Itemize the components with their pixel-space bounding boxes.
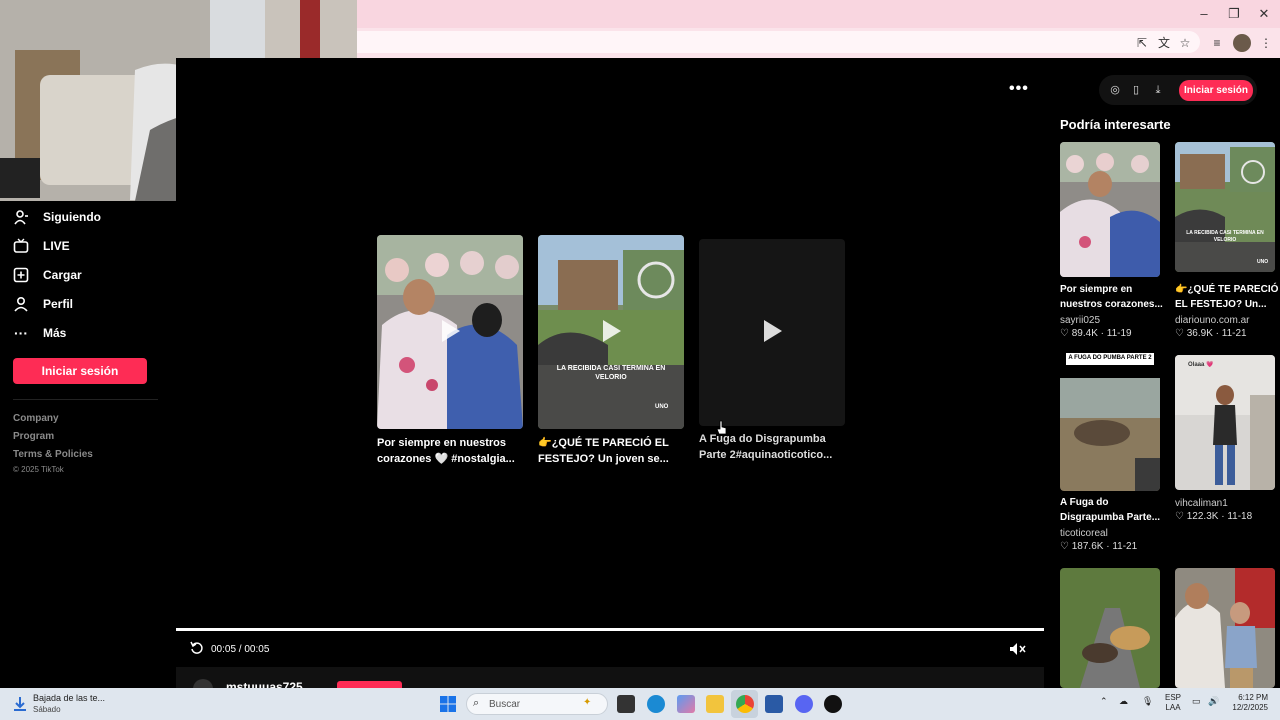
chrome-icon[interactable]: [736, 695, 754, 713]
sidebar-item-label: Cargar: [43, 268, 82, 282]
recommended-thumbnail[interactable]: [1060, 353, 1160, 491]
translate-icon[interactable]: 文: [1155, 34, 1173, 52]
recommended-author[interactable]: sayrii025: [1060, 315, 1100, 326]
file-explorer-icon[interactable]: [706, 695, 724, 713]
install-app-icon[interactable]: ⇱: [1133, 34, 1151, 52]
mobile-icon[interactable]: ▯: [1129, 83, 1143, 97]
related-video-caption: 👉¿QUÉ TE PARECIÓ EL FESTEJO? Un joven se…: [538, 437, 669, 465]
footer-link-company[interactable]: Company: [13, 413, 59, 424]
recommended-thumb-text: Olaaa 💗: [1188, 362, 1214, 368]
sidebar-item-live[interactable]: LIVE: [13, 234, 70, 258]
onedrive-icon[interactable]: ☁: [1119, 696, 1128, 707]
header-login-button[interactable]: Iniciar sesión: [1179, 80, 1253, 101]
windows-taskbar: [0, 688, 1280, 720]
profile-icon: [13, 296, 29, 312]
replay-icon[interactable]: [190, 641, 204, 660]
recommended-thumbnail[interactable]: [1175, 142, 1275, 272]
store-icon[interactable]: [765, 695, 783, 713]
browser-menu-icon[interactable]: ⋮: [1257, 34, 1275, 52]
discord-icon[interactable]: [795, 695, 813, 713]
language-indicator[interactable]: ESP LAA: [1165, 693, 1181, 713]
sidebar-item-mas[interactable]: ··· Más: [13, 321, 66, 345]
profile-avatar-icon[interactable]: [1233, 34, 1251, 52]
heart-icon: ♡: [1175, 511, 1184, 522]
address-bar[interactable]: [340, 31, 1200, 53]
mute-icon[interactable]: [1009, 642, 1027, 661]
download-notification-icon[interactable]: [13, 696, 27, 712]
notification-subtitle: Sábado: [33, 705, 61, 714]
sidebar-item-label: Más: [43, 326, 67, 340]
recommended-stats: ♡ 122.3K · 11-18: [1175, 511, 1253, 522]
copyright-text: © 2025 TikTok: [13, 465, 64, 474]
recommended-author[interactable]: diariouno.com.ar: [1175, 315, 1249, 326]
recommended-thumbnail[interactable]: [1060, 142, 1160, 277]
video-time: 00:05 / 00:05: [211, 644, 270, 655]
recommended-author[interactable]: ticoticoreal: [1060, 528, 1108, 539]
recommended-stats: ♡ 89.4K · 11-19: [1060, 328, 1132, 339]
notification-title[interactable]: Bajada de las te...: [33, 693, 105, 703]
recommended-stats: ♡ 36.9K · 11-21: [1175, 328, 1247, 339]
minimize-button[interactable]: –: [1190, 4, 1218, 24]
windows-start-icon[interactable]: [440, 696, 456, 717]
clock[interactable]: 6:12 PM 12/2/2025: [1230, 693, 1268, 713]
recommended-watermark: UNO: [1257, 259, 1269, 265]
recommended-caption: A Fuga do Disgrapumba Parte...: [1060, 497, 1161, 523]
sidebar-item-perfil[interactable]: Perfil: [13, 292, 73, 316]
recommended-caption: 👉¿QUÉ TE PARECIÓ EL FESTEJO? Un...: [1175, 284, 1279, 310]
compass-icon[interactable]: ◎: [1108, 83, 1122, 97]
sidebar-item-label: LIVE: [43, 239, 70, 253]
related-video-caption: Por siempre en nuestros corazones 🤍 #nos…: [377, 437, 515, 465]
search-icon: ⌕: [473, 697, 480, 709]
sidebar-item-label: Siguiendo: [43, 210, 101, 224]
footer-link-program[interactable]: Program: [13, 431, 54, 442]
heart-icon: ♡: [1060, 328, 1069, 339]
recommended-thumbnail[interactable]: [1175, 568, 1275, 688]
progress-fill: [176, 628, 1044, 631]
recommended-caption: Por siempre en nuestros corazones...: [1060, 284, 1163, 310]
recommended-thumb-text: LA RECIBIDA CASI TERMINA EN VELORIO: [1186, 230, 1264, 243]
network-icon[interactable]: ▭: [1192, 696, 1201, 707]
recommended-thumb-text: A FUGA DO PUMBA PARTE 2: [1068, 355, 1152, 361]
sidebar-item-label: Perfil: [43, 297, 74, 311]
recommended-stats: ♡ 187.6K · 11-21: [1060, 541, 1138, 552]
edge-icon[interactable]: [647, 695, 665, 713]
upload-icon: [13, 267, 29, 283]
related-thumb-text: LA RECIBIDA CASI TERMINA EN VELORIO: [556, 365, 666, 381]
heart-icon: ♡: [1175, 328, 1184, 339]
bookmark-star-icon[interactable]: ☆: [1176, 34, 1194, 52]
more-options-icon[interactable]: •••: [1009, 80, 1029, 98]
live-icon: [13, 238, 29, 254]
related-watermark: UNO: [655, 404, 669, 410]
person-follow-icon: [13, 209, 29, 225]
reading-list-icon[interactable]: ≡: [1208, 34, 1226, 52]
task-view-icon[interactable]: [617, 695, 635, 713]
sidebar-divider: [13, 399, 158, 400]
heart-icon: ♡: [1060, 541, 1069, 552]
close-button[interactable]: ✕: [1250, 4, 1278, 24]
copilot-icon[interactable]: [677, 695, 695, 713]
sidebar-login-button[interactable]: Iniciar sesión: [13, 358, 147, 384]
recommended-thumbnail[interactable]: [1175, 355, 1275, 490]
recommended-thumbnail[interactable]: [1060, 568, 1160, 688]
sidebar-item-cargar[interactable]: Cargar: [13, 263, 82, 287]
play-icon: [442, 320, 460, 342]
volume-icon[interactable]: 🔊: [1208, 696, 1219, 707]
play-icon: [764, 320, 782, 342]
microphone-icon[interactable]: 🎙: [1142, 696, 1153, 707]
maximize-button[interactable]: ❐: [1220, 4, 1248, 24]
mouse-cursor-icon: [716, 420, 728, 441]
search-placeholder: Buscar: [489, 699, 521, 710]
footer-link-terms[interactable]: Terms & Policies: [13, 449, 93, 460]
play-icon: [603, 320, 621, 342]
recommendations-heading: Podría interesarte: [1060, 117, 1171, 132]
copilot-sparkle-icon: ✦: [583, 697, 592, 708]
recommended-author[interactable]: vihcaliman1: [1175, 498, 1228, 509]
app-icon[interactable]: [824, 695, 842, 713]
tray-overflow-icon[interactable]: ⌃: [1100, 696, 1108, 707]
author-strip: [176, 667, 1044, 688]
sidebar-item-siguiendo[interactable]: Siguiendo: [13, 205, 101, 229]
more-icon: ···: [14, 325, 28, 341]
download-icon[interactable]: ⤓: [1151, 83, 1165, 97]
